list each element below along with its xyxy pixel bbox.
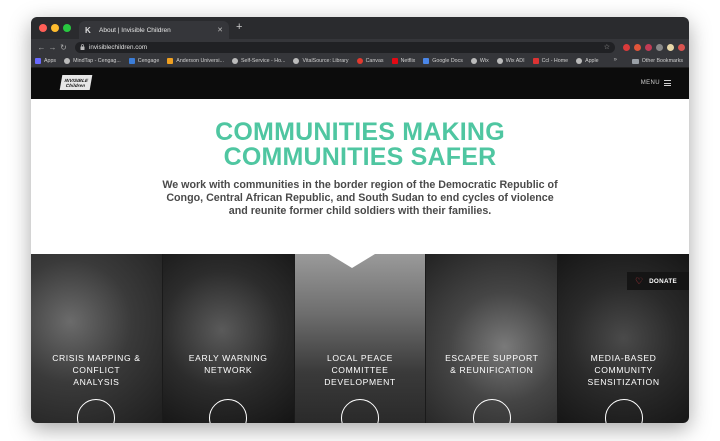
bookmark-anderson[interactable]: Anderson Universi...	[167, 58, 224, 64]
puzzle-icon[interactable]	[656, 43, 663, 51]
hero-section: COMMUNITIES MAKING COMMUNITIES SAFER We …	[31, 99, 689, 254]
url-text: invisiblechildren.com	[89, 43, 148, 51]
bookmark-wix[interactable]: Wix	[470, 58, 489, 64]
tile-label: EARLY WARNING NETWORK	[188, 353, 268, 375]
extension-icon[interactable]	[634, 43, 641, 51]
cengage-icon	[128, 58, 135, 64]
browser-tab[interactable]: K About | Invisible Children ✕	[79, 21, 229, 39]
laptop-icon	[340, 399, 379, 423]
tab-bar: K About | Invisible Children ✕ +	[31, 17, 689, 39]
tile-escapee-support[interactable]: ESCAPEE SUPPORT & REUNIFICATION	[426, 254, 559, 423]
tile-label: MEDIA-BASED COMMUNITY SENSITIZATION	[587, 353, 660, 387]
bookmark-ccl-home[interactable]: Ccl - Home	[532, 58, 568, 64]
other-bookmarks[interactable]: Other Bookmarks	[631, 58, 683, 64]
extensions-area	[623, 43, 685, 51]
tile-crisis-mapping[interactable]: CRISIS MAPPING & CONFLICT ANALYSIS	[31, 254, 163, 423]
bookmark-netflix[interactable]: Netflix	[391, 58, 415, 64]
globe-icon	[576, 58, 583, 64]
tile-label: LOCAL PEACE COMMITTEE DEVELOPMENT	[324, 353, 396, 387]
donate-button[interactable]: ♡ DONATE	[627, 272, 689, 290]
extension-icon[interactable]	[623, 43, 630, 51]
browser-toolbar: ← → ↻ invisiblechildren.com ☆	[31, 39, 689, 55]
globe-icon	[293, 58, 300, 64]
extension-icon[interactable]	[667, 43, 674, 51]
globe-icon	[232, 58, 238, 64]
globe-icon	[470, 58, 477, 64]
close-window-button[interactable]	[39, 24, 47, 32]
bookmarks-bar: Apps MindTap - Cengag... Cengage Anderso…	[31, 55, 689, 68]
bookmark-google-docs[interactable]: Google Docs	[423, 58, 463, 64]
extension-icon[interactable]	[645, 43, 652, 51]
globe-icon	[496, 58, 503, 64]
bookmark-canvas[interactable]: Canvas	[356, 58, 384, 64]
tile-label: ESCAPEE SUPPORT & REUNIFICATION	[445, 353, 539, 375]
bookmark-wix-adi[interactable]: Wix ADI	[496, 58, 525, 64]
bookmark-mindtap[interactable]: MindTap - Cengag...	[64, 58, 121, 64]
tab-favicon-icon: K	[85, 25, 91, 35]
apps-grid-icon	[35, 58, 41, 64]
program-tiles: CRISIS MAPPING & CONFLICT ANALYSIS EARLY…	[31, 254, 689, 423]
address-bar[interactable]: invisiblechildren.com ☆	[75, 41, 615, 53]
reload-icon[interactable]: ↻	[58, 43, 69, 52]
profile-avatar[interactable]	[678, 43, 685, 51]
home-icon	[472, 399, 511, 423]
lock-icon	[80, 44, 85, 50]
canvas-icon	[356, 58, 363, 64]
folder-icon	[631, 58, 639, 64]
tile-label: CRISIS MAPPING & CONFLICT ANALYSIS	[52, 353, 141, 387]
browser-window: K About | Invisible Children ✕ + ← → ↻ i…	[31, 17, 689, 423]
donate-label: DONATE	[649, 277, 677, 285]
ccl-icon	[532, 58, 539, 64]
refresh-icon	[209, 399, 248, 423]
hero-description: We work with communities in the border r…	[162, 179, 558, 217]
bookmark-self-service[interactable]: Self-Service - Ho...	[232, 58, 285, 64]
docs-icon	[423, 58, 430, 64]
forward-icon[interactable]: →	[47, 43, 58, 52]
tab-title: About | Invisible Children	[99, 26, 171, 34]
tile-early-warning[interactable]: EARLY WARNING NETWORK	[162, 254, 295, 423]
bookmarks-overflow-icon[interactable]: »	[614, 57, 617, 63]
menu-button[interactable]: MENU	[641, 79, 671, 87]
tab-close-icon[interactable]: ✕	[217, 26, 223, 34]
heart-icon: ♡	[635, 275, 644, 286]
section-notch	[329, 254, 375, 268]
hero-title: COMMUNITIES MAKING COMMUNITIES SAFER	[215, 118, 505, 171]
fingerprint-icon	[604, 399, 643, 423]
tile-local-peace[interactable]: LOCAL PEACE COMMITTEE DEVELOPMENT	[294, 254, 427, 423]
new-tab-button[interactable]: +	[236, 22, 242, 33]
bookmark-apps[interactable]: Apps	[35, 58, 56, 64]
minimize-window-button[interactable]	[51, 24, 59, 32]
star-icon[interactable]: ☆	[604, 43, 610, 51]
screenshot-background: K About | Invisible Children ✕ + ← → ↻ i…	[0, 0, 720, 441]
hamburger-icon	[664, 79, 671, 87]
bookmark-cengage[interactable]: Cengage	[128, 58, 159, 64]
maximize-window-button[interactable]	[63, 24, 71, 32]
site-header: INVISIBLE Children MENU	[31, 68, 689, 99]
menu-label: MENU	[640, 80, 660, 87]
netflix-icon	[391, 58, 398, 64]
anderson-icon	[167, 58, 174, 64]
bookmark-vitalsource[interactable]: VitalSource: Library	[293, 58, 349, 64]
map-pin-icon	[77, 399, 116, 423]
site-logo[interactable]: INVISIBLE Children	[59, 75, 93, 90]
bookmark-apple[interactable]: Apple	[576, 58, 599, 64]
globe-icon	[64, 58, 71, 64]
back-icon[interactable]: ←	[36, 43, 47, 52]
